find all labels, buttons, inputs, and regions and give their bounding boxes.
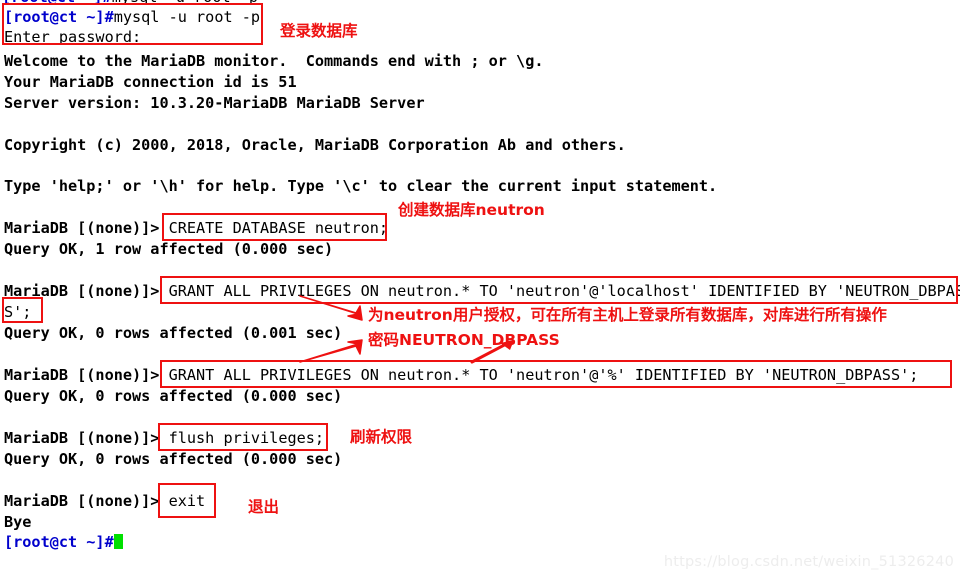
line-mysql-login: [root@ct ~]#mysql -u root -p (4, 8, 260, 27)
line-grant-localhost-wrap: S'; (4, 303, 32, 321)
line-help-hint: Type 'help;' or '\h' for help. Type '\c'… (4, 177, 718, 195)
mysql-login-command: mysql -u root -p (113, 8, 261, 26)
grant-anyhost-command: GRANT ALL PRIVILEGES ON neutron.* TO 'ne… (168, 366, 919, 384)
line-grant-localhost: MariaDB [(none)]> GRANT ALL PRIVILEGES O… (4, 282, 960, 301)
line-grant-anyhost: MariaDB [(none)]> GRANT ALL PRIVILEGES O… (4, 366, 918, 385)
annotation-grant-desc-2: 密码NEUTRON_DBPASS (368, 331, 560, 349)
line-create-result: Query OK, 1 row affected (0.000 sec) (4, 240, 334, 258)
annotation-grant-desc-1: 为neutron用户授权，可在所有主机上登录所有数据库，对库进行所有操作 (368, 306, 887, 324)
create-database-command: CREATE DATABASE neutron; (168, 219, 389, 237)
exit-command: exit (168, 492, 206, 510)
clipped-top-command: mysql -u root -p (112, 0, 258, 6)
line-enter-password: Enter password: (4, 28, 142, 46)
line-final-prompt[interactable]: [root@ct ~]# (4, 533, 123, 552)
clipped-top-line: [root@ct ~]#mysql -u root -p (2, 0, 258, 7)
line-grant-anyhost-result: Query OK, 0 rows affected (0.000 sec) (4, 387, 343, 405)
line-bye: Bye (4, 513, 32, 531)
flush-privileges-command: flush privileges; (168, 429, 325, 447)
line-create-database: MariaDB [(none)]> CREATE DATABASE neutro… (4, 219, 388, 238)
annotation-exit: 退出 (248, 498, 280, 516)
mysql-prompt: MariaDB [(none)]> (4, 219, 169, 237)
mysql-prompt: MariaDB [(none)]> (4, 366, 169, 384)
line-flush-result: Query OK, 0 rows affected (0.000 sec) (4, 450, 343, 468)
line-grant-localhost-result: Query OK, 0 rows affected (0.001 sec) (4, 324, 343, 342)
mysql-prompt: MariaDB [(none)]> (4, 492, 169, 510)
line-copyright: Copyright (c) 2000, 2018, Oracle, MariaD… (4, 136, 626, 154)
line-server-version: Server version: 10.3.20-MariaDB MariaDB … (4, 94, 425, 112)
annotation-flush-privileges: 刷新权限 (350, 428, 413, 446)
annotation-create-db: 创建数据库neutron (398, 201, 545, 219)
mysql-prompt: MariaDB [(none)]> (4, 429, 169, 447)
annotation-login-db: 登录数据库 (280, 22, 358, 40)
clipped-top-prompt: [root@ct ~]# (2, 0, 112, 6)
line-connection-id: Your MariaDB connection id is 51 (4, 73, 297, 91)
clipped-top-line-text: [root@ct ~]#mysql -u root -p (2, 0, 258, 7)
line-flush-privileges: MariaDB [(none)]> flush privileges; (4, 429, 324, 448)
shell-prompt: [root@ct ~]# (4, 8, 114, 26)
text-cursor (113, 534, 123, 549)
shell-prompt-final: [root@ct ~]# (4, 533, 114, 551)
line-welcome: Welcome to the MariaDB monitor. Commands… (4, 52, 544, 70)
line-exit: MariaDB [(none)]> exit (4, 492, 205, 511)
terminal-screenshot: [root@ct ~]#mysql -u root -p [root@ct ~]… (0, 0, 960, 574)
grant-localhost-command: GRANT ALL PRIVILEGES ON neutron.* TO 'ne… (168, 282, 960, 300)
mysql-prompt: MariaDB [(none)]> (4, 282, 169, 300)
csdn-watermark: https://blog.csdn.net/weixin_51326240 (663, 554, 954, 570)
